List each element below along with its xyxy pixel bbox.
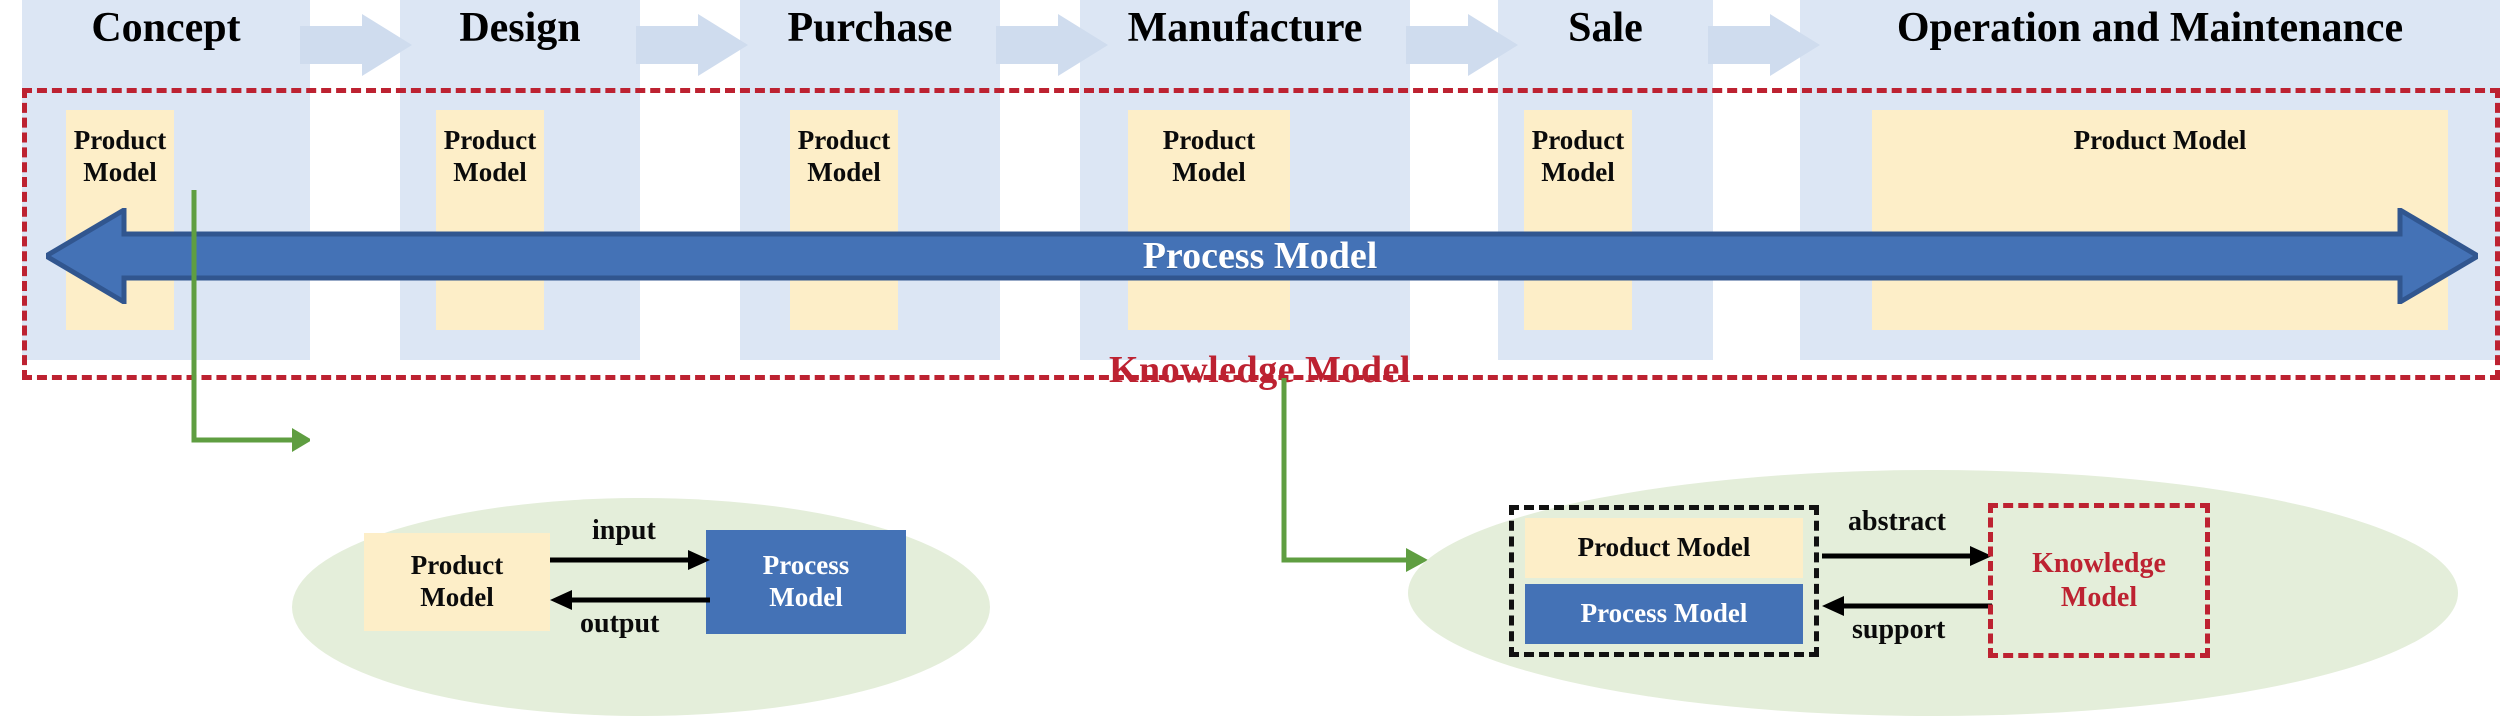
process-model-arrow: [46, 208, 2478, 304]
stage-title-design: Design: [459, 5, 581, 51]
detail-right-process-model: Process Model: [1525, 584, 1803, 644]
stage-title-manufacture: Manufacture: [1127, 5, 1363, 51]
diagram-canvas: Concept Design Purchase Manufacture Sale…: [0, 0, 2520, 716]
stage-title-concept: Concept: [91, 5, 241, 51]
chevron-icon-1: [300, 14, 412, 76]
connector-right: [1281, 378, 1428, 572]
detail-right-abstract-label: abstract: [1848, 506, 1946, 537]
detail-left-product-model: Product Model: [364, 533, 550, 631]
detail-right-arrow-abstract: [1822, 546, 1992, 566]
detail-left-arrow-input: [550, 550, 710, 570]
detail-left-process-model: Process Model: [706, 530, 906, 634]
detail-left-input-label: input: [592, 515, 656, 546]
connector-left: [191, 190, 310, 452]
chevron-icon-2: [636, 14, 748, 76]
knowledge-model-label: Knowledge Model: [1109, 349, 1411, 391]
stage-title-sale: Sale: [1568, 5, 1643, 51]
stage-title-operation-and-maintenance: Operation and Maintenance: [1896, 5, 2404, 51]
detail-right-support-label: support: [1852, 614, 1946, 645]
chevron-icon-5: [1708, 14, 1820, 76]
chevron-icon-3: [996, 14, 1108, 76]
detail-left-output-label: output: [580, 608, 660, 639]
stage-title-purchase: Purchase: [787, 5, 953, 51]
detail-right-product-model: Product Model: [1525, 518, 1803, 578]
chevron-icon-4: [1406, 14, 1518, 76]
detail-right-knowledge-model: Knowledge Model: [1988, 503, 2210, 658]
